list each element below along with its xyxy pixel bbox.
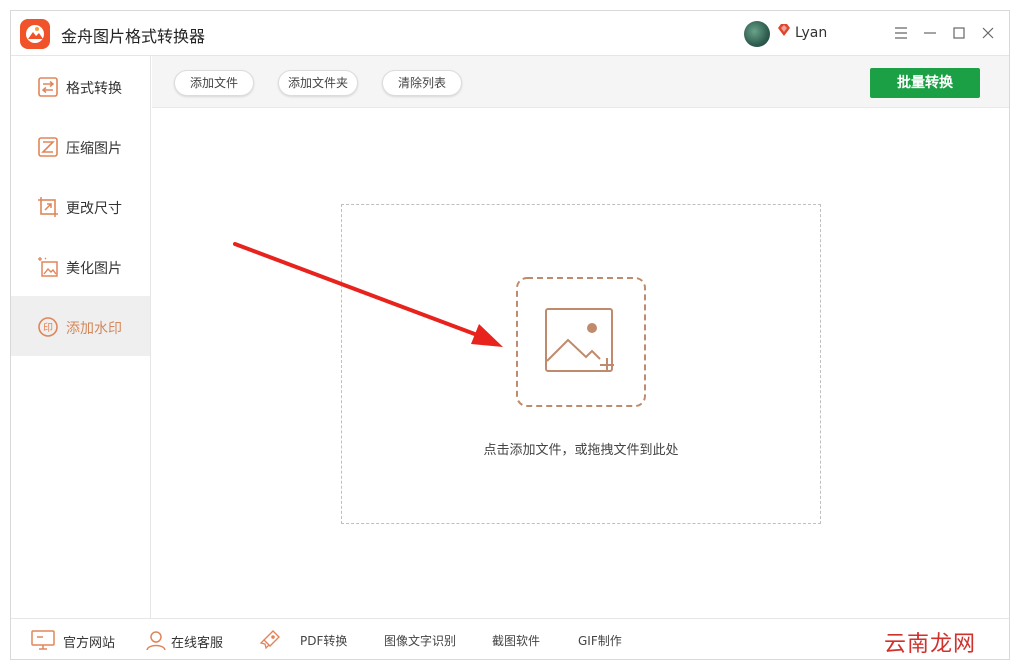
user-support-icon: [145, 629, 167, 651]
avatar[interactable]: [744, 21, 770, 47]
menu-icon[interactable]: [889, 21, 913, 45]
title-bar: 金舟图片格式转换器 Lyan: [11, 11, 1009, 56]
pdf-convert-link[interactable]: PDF转换: [300, 632, 347, 649]
sidebar-item-watermark[interactable]: 印 添加水印: [11, 296, 150, 356]
sidebar-item-label: 添加水印: [66, 321, 122, 337]
close-icon[interactable]: [976, 21, 1000, 45]
swap-arrows-icon: [37, 76, 59, 98]
monitor-icon: [31, 629, 55, 651]
beautify-image-icon: [37, 256, 59, 278]
sidebar-item-label: 格式转换: [66, 81, 122, 97]
minimize-icon[interactable]: [918, 21, 942, 45]
rocket-icon: [259, 629, 281, 651]
sidebar-item-label: 美化图片: [66, 261, 122, 277]
svg-text:印: 印: [43, 322, 53, 334]
main-area: 点击添加文件，或拖拽文件到此处: [152, 109, 1009, 618]
sidebar-item-label: 压缩图片: [66, 141, 122, 157]
ocr-link[interactable]: 图像文字识别: [384, 632, 456, 649]
app-window: 金舟图片格式转换器 Lyan 格式转换 压缩图片 更改尺寸 美化图片 印 添加水…: [10, 10, 1010, 660]
screenshot-software-link[interactable]: 截图软件: [492, 632, 540, 649]
batch-convert-button[interactable]: 批量转换: [870, 68, 980, 98]
sidebar-item-beautify[interactable]: 美化图片: [11, 236, 150, 296]
online-support-link[interactable]: 在线客服: [171, 632, 223, 651]
username[interactable]: Lyan: [795, 25, 827, 41]
sidebar-item-format-convert[interactable]: 格式转换: [11, 56, 150, 116]
toolbar: 添加文件 添加文件夹 清除列表 批量转换: [152, 56, 1009, 108]
resize-icon: [37, 196, 59, 218]
add-folder-button[interactable]: 添加文件夹: [278, 70, 358, 96]
mountain-sun-logo-icon: [20, 19, 50, 49]
compress-icon: [37, 136, 59, 158]
sidebar-item-compress[interactable]: 压缩图片: [11, 116, 150, 176]
clear-list-button[interactable]: 清除列表: [382, 70, 462, 96]
stamp-yin-icon: 印: [37, 316, 59, 338]
app-title: 金舟图片格式转换器: [61, 27, 206, 46]
sidebar-item-label: 更改尺寸: [66, 201, 122, 217]
dropzone-hint: 点击添加文件，或拖拽文件到此处: [483, 443, 679, 458]
maximize-icon[interactable]: [947, 21, 971, 45]
file-dropzone[interactable]: 点击添加文件，或拖拽文件到此处: [341, 204, 821, 524]
watermark-text: 云南龙网: [884, 632, 977, 657]
sidebar-item-resize[interactable]: 更改尺寸: [11, 176, 150, 236]
gif-maker-link[interactable]: GIF制作: [578, 632, 622, 649]
add-image-icon[interactable]: [516, 277, 646, 407]
diamond-icon: [777, 22, 791, 36]
official-site-link[interactable]: 官方网站: [63, 632, 115, 651]
add-file-button[interactable]: 添加文件: [174, 70, 254, 96]
sidebar: 格式转换 压缩图片 更改尺寸 美化图片 印 添加水印: [11, 56, 151, 618]
footer-bar: 官方网站 在线客服 PDF转换 图像文字识别 截图软件 GIF制作: [11, 618, 1009, 659]
